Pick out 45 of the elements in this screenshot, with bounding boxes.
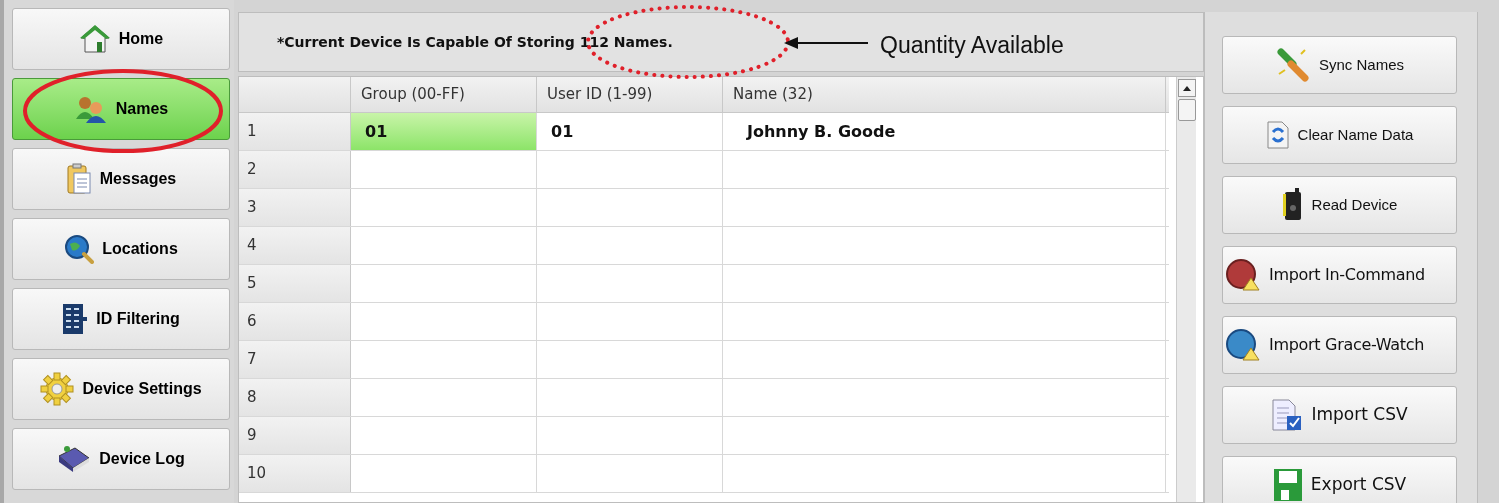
vertical-scrollbar[interactable] [1176, 77, 1196, 502]
row-number: 6 [239, 303, 351, 340]
action-button[interactable]: Import In-Command [1222, 246, 1457, 304]
nav-button[interactable]: Device Settings [12, 358, 230, 420]
row-number: 8 [239, 379, 351, 416]
column-header: User ID (1-99) [537, 77, 723, 112]
capacity-notice: *Current Device Is Capable Of Storing 112 Names. [277, 32, 673, 52]
nav-button[interactable]: Device Log [12, 428, 230, 490]
nav-button[interactable]: ID Filtering [12, 288, 230, 350]
globe-warning-icon [1225, 328, 1261, 362]
action-button[interactable]: Sync Names [1222, 36, 1457, 94]
column-header: Name (32) [723, 77, 1166, 112]
row-number: 1 [239, 113, 351, 150]
annotation-label: Quantity Available [880, 31, 1064, 60]
row-number: 2 [239, 151, 351, 188]
table-cell[interactable]: 01 [351, 113, 537, 150]
row-number: 5 [239, 265, 351, 302]
radio-device-icon [1281, 188, 1304, 222]
clipboard-icon [65, 163, 92, 195]
nav-button[interactable]: Names [12, 78, 230, 140]
document-check-icon [1271, 398, 1304, 432]
action-button[interactable]: Export CSV [1222, 456, 1457, 503]
nav-button[interactable]: Home [12, 8, 230, 70]
people-icon [73, 95, 108, 123]
document-arrows-icon [1265, 120, 1290, 150]
magnifier-globe-icon [64, 234, 95, 264]
action-button[interactable]: Import CSV [1222, 386, 1457, 444]
action-button[interactable]: Read Device [1222, 176, 1457, 234]
action-button[interactable]: Import Grace-Watch [1222, 316, 1457, 374]
action-button[interactable]: Clear Name Data [1222, 106, 1457, 164]
globe-warning-icon [1225, 258, 1261, 292]
plug-icon [1275, 48, 1311, 82]
house-icon [78, 24, 111, 54]
nav-button[interactable]: Messages [12, 148, 230, 210]
row-number: 9 [239, 417, 351, 454]
grid-icon [62, 303, 89, 335]
row-number: 7 [239, 341, 351, 378]
nav-button[interactable]: Locations [12, 218, 230, 280]
row-number: 4 [239, 227, 351, 264]
gear-icon [40, 372, 75, 406]
column-header: Group (00-FF) [351, 77, 537, 112]
scroll-thumb[interactable] [1177, 99, 1196, 121]
row-number: 10 [239, 455, 351, 492]
row-number: 3 [239, 189, 351, 226]
book-icon [57, 444, 92, 474]
